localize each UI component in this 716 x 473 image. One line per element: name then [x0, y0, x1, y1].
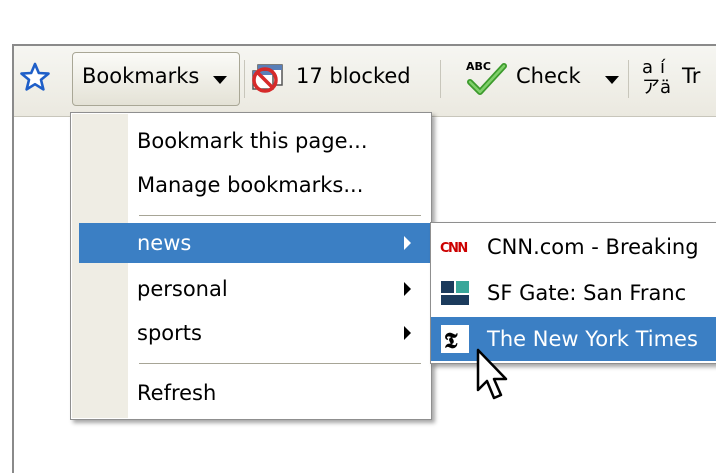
- check-button-label[interactable]: Check: [516, 64, 581, 88]
- sfgate-favicon-icon: [441, 281, 469, 305]
- menu-item-news-folder[interactable]: news: [79, 223, 431, 263]
- translate-icon[interactable]: a í ア ä: [638, 58, 678, 102]
- bookmarks-button-label: Bookmarks: [82, 64, 200, 88]
- chevron-right-icon: [404, 282, 411, 296]
- blocked-count-label[interactable]: 17 blocked: [296, 64, 411, 88]
- menu-separator: [139, 363, 421, 364]
- menu-item-label: sports: [137, 321, 202, 345]
- submenu-item-sfgate[interactable]: SF Gate: San Franc: [431, 271, 716, 315]
- cnn-favicon-text: CNN: [440, 241, 467, 256]
- toolbar-divider: [244, 60, 245, 98]
- submenu-item-cnn[interactable]: CNN CNN.com - Breaking: [431, 225, 716, 269]
- menu-item-label: Bookmark this page...: [137, 129, 368, 153]
- submenu-item-label: The New York Times: [487, 327, 698, 351]
- window-top-area: [0, 0, 716, 44]
- chevron-right-icon: [404, 326, 411, 340]
- menu-item-bookmark-this-page[interactable]: Bookmark this page...: [129, 121, 431, 161]
- translate-glyph: ä: [660, 77, 672, 98]
- menu-item-refresh[interactable]: Refresh: [129, 373, 431, 413]
- chevron-right-icon: [404, 236, 411, 250]
- bookmarks-dropdown-menu: Bookmark this page... Manage bookmarks..…: [70, 112, 432, 420]
- popup-blocker-icon[interactable]: [250, 61, 286, 95]
- menu-item-manage-bookmarks[interactable]: Manage bookmarks...: [129, 165, 431, 205]
- menu-icon-gutter: [72, 114, 128, 418]
- submenu-item-label: SF Gate: San Franc: [487, 281, 687, 305]
- nytimes-favicon-icon: 𝕿: [441, 325, 469, 353]
- translate-glyph: í: [660, 57, 666, 78]
- window-border-left: [12, 44, 14, 473]
- toolbar-divider: [628, 60, 629, 98]
- submenu-item-label: CNN.com - Breaking: [487, 235, 699, 259]
- star-icon[interactable]: [20, 62, 50, 92]
- chevron-down-icon: [213, 76, 227, 84]
- spellcheck-icon[interactable]: ABC: [460, 58, 512, 98]
- menu-item-personal-folder[interactable]: personal: [129, 269, 431, 309]
- translate-button-label[interactable]: Tr: [682, 64, 700, 88]
- toolbar-divider: [440, 60, 441, 98]
- spellcheck-abc-text: ABC: [466, 60, 491, 73]
- menu-item-label: personal: [137, 277, 228, 301]
- nytimes-favicon-text: 𝕿: [444, 328, 458, 353]
- menu-separator: [139, 215, 421, 216]
- menu-item-label: news: [137, 231, 192, 255]
- translate-glyph: a: [642, 57, 654, 78]
- translate-glyph: ア: [642, 77, 660, 98]
- chevron-down-icon[interactable]: [605, 76, 619, 84]
- menu-item-label: Refresh: [137, 381, 217, 405]
- mouse-cursor-icon: [476, 348, 508, 400]
- cnn-favicon-icon: CNN: [439, 236, 471, 256]
- menu-item-sports-folder[interactable]: sports: [129, 313, 431, 353]
- news-submenu: CNN CNN.com - Breaking SF Gate: San Fran…: [430, 222, 716, 364]
- menu-item-label: Manage bookmarks...: [137, 173, 364, 197]
